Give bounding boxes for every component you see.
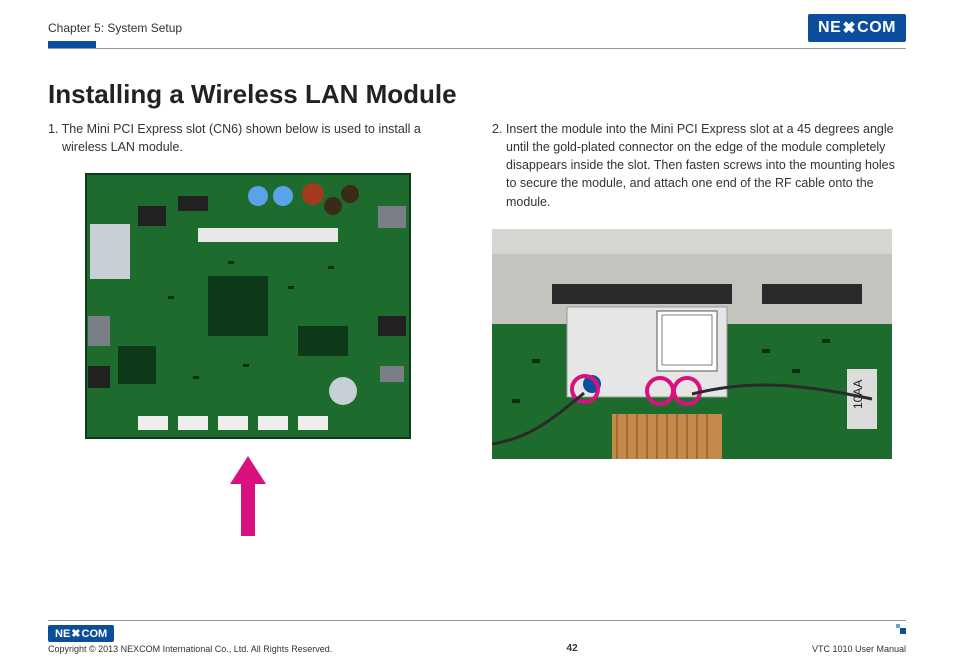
copyright-text: Copyright © 2013 NEXCOM International Co… (48, 644, 332, 654)
chapter-title: Chapter 5: System Setup (48, 21, 182, 35)
step-2-text: 2. Insert the module into the Mini PCI E… (492, 120, 906, 211)
step-1-text: 1. The Mini PCI Express slot (CN6) shown… (48, 120, 462, 156)
footer-left: NE✖COM Copyright © 2013 NEXCOM Internati… (48, 625, 332, 654)
column-left: 1. The Mini PCI Express slot (CN6) shown… (48, 120, 462, 541)
arrow-indicator (78, 456, 418, 541)
footer-rule (48, 620, 906, 621)
manual-name: VTC 1010 User Manual (812, 644, 906, 654)
module-closeup-image: 10AA (492, 229, 892, 459)
column-right: 2. Insert the module into the Mini PCI E… (492, 120, 906, 541)
header-tab-accent (48, 41, 96, 48)
figure-motherboard (78, 166, 418, 541)
motherboard-image (78, 166, 418, 446)
figure-module-closeup: 10AA (492, 229, 892, 464)
page-title: Installing a Wireless LAN Module (48, 79, 906, 110)
page-number: 42 (567, 643, 578, 654)
up-arrow-icon (228, 456, 268, 536)
footer-brand-logo: NE✖COM (48, 625, 114, 642)
brand-logo: NE✖COM (808, 14, 906, 42)
